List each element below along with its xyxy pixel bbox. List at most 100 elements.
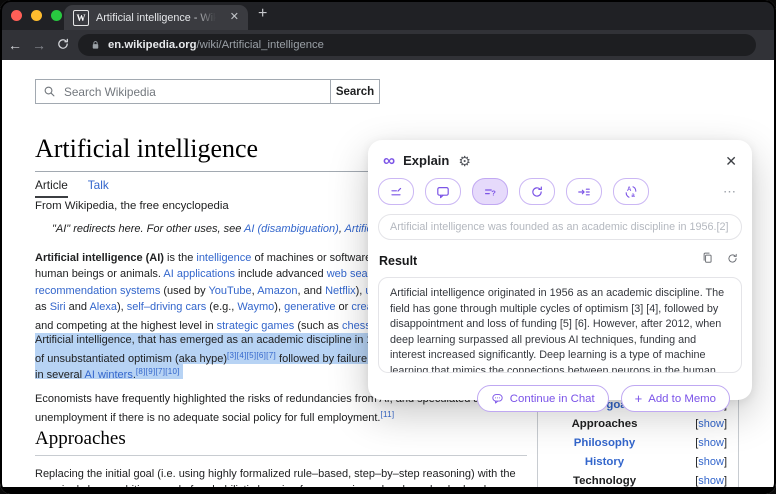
new-tab-button[interactable]: + xyxy=(258,6,267,22)
wiki-link[interactable]: intelligence xyxy=(196,252,251,264)
search-input[interactable] xyxy=(62,84,323,100)
wiki-link[interactable]: AI winters xyxy=(85,369,133,381)
chat-icon xyxy=(435,184,451,200)
approaches-heading: Approaches xyxy=(35,428,527,456)
text-run: in several xyxy=(35,369,85,381)
popup-title: Explain xyxy=(403,153,449,168)
tab-talk[interactable]: Talk xyxy=(88,178,109,198)
back-icon[interactable]: ← xyxy=(8,38,22,52)
close-icon[interactable]: ✕ xyxy=(725,154,737,168)
text-run: human beings or animals. xyxy=(35,268,163,280)
text-run: is the xyxy=(164,252,196,264)
text-run: (such as xyxy=(294,320,342,332)
infobox-row: Approaches[show] xyxy=(538,415,738,434)
show-toggle[interactable]: [show] xyxy=(671,418,738,430)
wiki-search-bar: Search xyxy=(35,79,380,104)
result-label: Result xyxy=(379,254,417,268)
tab-close-icon[interactable]: ✕ xyxy=(230,12,239,23)
infobox-section-label: Technology xyxy=(538,475,671,487)
infobox-section-label[interactable]: History xyxy=(538,456,671,468)
close-window-button[interactable] xyxy=(11,10,22,21)
browser-toolbar: ← → en.wikipedia.org/wiki/Artificial_int… xyxy=(0,30,776,60)
chat-tool-button[interactable] xyxy=(425,178,461,205)
wiki-link[interactable]: Siri xyxy=(50,301,66,313)
wiki-link[interactable]: strategic games xyxy=(217,320,295,332)
translate-icon: Aa xyxy=(623,184,639,200)
reload-icon[interactable] xyxy=(56,37,70,53)
wiki-link[interactable]: Waymo xyxy=(237,301,274,313)
infobox-row: History[show] xyxy=(538,452,738,471)
show-toggle[interactable]: [show] xyxy=(671,456,738,468)
titlebar: W Artificial intelligence - Wikipedia ✕ … xyxy=(0,0,776,30)
selected-text-input[interactable] xyxy=(378,214,742,240)
url-path: /wiki/Artificial_intelligence xyxy=(197,39,324,51)
citation-ref[interactable]: [8][9][7][10] xyxy=(136,367,180,376)
translate-tool-button[interactable]: Aa xyxy=(613,178,649,205)
popup-footer: Continue in Chat + Add to Memo xyxy=(368,373,752,412)
wiki-link[interactable]: YouTube xyxy=(208,285,251,297)
infobox-section-label[interactable]: Philosophy xyxy=(538,437,671,449)
forward-icon[interactable]: → xyxy=(32,38,46,52)
wiki-link[interactable]: generative xyxy=(284,301,335,313)
text-run: or xyxy=(335,301,351,313)
wiki-link[interactable]: Netflix xyxy=(325,285,356,297)
text-run: unemployment if there is no adequate soc… xyxy=(35,412,380,424)
rewrite-tool-button[interactable] xyxy=(378,178,414,205)
traffic-lights xyxy=(11,10,62,21)
plus-icon: + xyxy=(635,391,643,406)
infinity-icon: ∞ xyxy=(383,154,395,168)
wikipedia-favicon-icon: W xyxy=(73,10,89,26)
text-run: (e.g., xyxy=(206,301,237,313)
text-run: as xyxy=(35,301,50,313)
explain-tool-button[interactable]: ? xyxy=(472,178,508,205)
search-button[interactable]: Search xyxy=(330,79,380,104)
text-run: ), xyxy=(356,285,366,297)
text-run: Artificial intelligence (AI) xyxy=(35,252,164,264)
citation-ref[interactable]: [3][4][5][6][7] xyxy=(227,351,276,360)
explain-popup: ∞ Explain ⚙ ✕ ?Aa⋯ Result Artificial int… xyxy=(368,140,752,400)
gear-icon[interactable]: ⚙ xyxy=(458,154,471,168)
article-tabs: Article Talk xyxy=(35,178,109,198)
minimize-window-button[interactable] xyxy=(31,10,42,21)
wiki-link[interactable]: Amazon xyxy=(257,285,297,297)
browser-tab[interactable]: W Artificial intelligence - Wikipedia ✕ xyxy=(64,5,248,30)
screenshot-stage: W Artificial intelligence - Wikipedia ✕ … xyxy=(0,0,776,494)
show-toggle[interactable]: [show] xyxy=(671,437,738,449)
refresh-icon[interactable] xyxy=(726,252,739,270)
text-run: ), xyxy=(274,301,284,313)
add-to-memo-button[interactable]: + Add to Memo xyxy=(621,385,730,412)
copy-icon[interactable] xyxy=(701,251,714,270)
rephrase-tool-button[interactable] xyxy=(519,178,555,205)
text-run: (used by xyxy=(160,285,208,297)
url-host: en.wikipedia.org xyxy=(108,39,197,51)
wiki-link[interactable]: AI applications xyxy=(163,268,235,280)
url-bar[interactable]: en.wikipedia.org/wiki/Artificial_intelli… xyxy=(78,34,756,56)
continue-in-chat-button[interactable]: Continue in Chat xyxy=(477,385,609,412)
summarize-icon xyxy=(576,184,592,200)
wiki-link[interactable]: chess xyxy=(342,320,371,332)
wikipedia-page: Search Artificial intelligence Article T… xyxy=(0,60,776,494)
text-run: Replacing the initial goal (i.e. using h… xyxy=(35,468,516,480)
wiki-search-input-wrap xyxy=(35,79,331,104)
window-bottom-frame xyxy=(0,487,776,494)
explain-icon: ? xyxy=(482,184,498,200)
tool-pills: ? Aa ⋯ xyxy=(368,168,752,205)
more-tools-icon[interactable]: ⋯ xyxy=(723,184,737,200)
summarize-tool-button[interactable] xyxy=(566,178,602,205)
tab-title: Artificial intelligence - Wikipedia xyxy=(96,12,216,24)
wiki-link[interactable]: Alexa xyxy=(89,301,117,313)
text-run: ), xyxy=(117,301,127,313)
page-subtitle: From Wikipedia, the free encyclopedia xyxy=(35,200,229,212)
wiki-link[interactable]: self–driving cars xyxy=(127,301,206,313)
zoom-window-button[interactable] xyxy=(51,10,62,21)
infobox-section-label: Approaches xyxy=(538,418,671,430)
result-header: Result xyxy=(379,251,739,270)
show-toggle[interactable]: [show] xyxy=(671,475,738,487)
lock-icon xyxy=(90,39,101,51)
text-run: and xyxy=(66,301,90,313)
text-run: , and xyxy=(298,285,326,297)
tab-article[interactable]: Article xyxy=(35,178,68,198)
search-icon xyxy=(43,85,56,98)
wiki-link[interactable]: recommendation systems xyxy=(35,285,160,297)
wiki-link[interactable]: AI (disambiguation) xyxy=(244,223,339,235)
